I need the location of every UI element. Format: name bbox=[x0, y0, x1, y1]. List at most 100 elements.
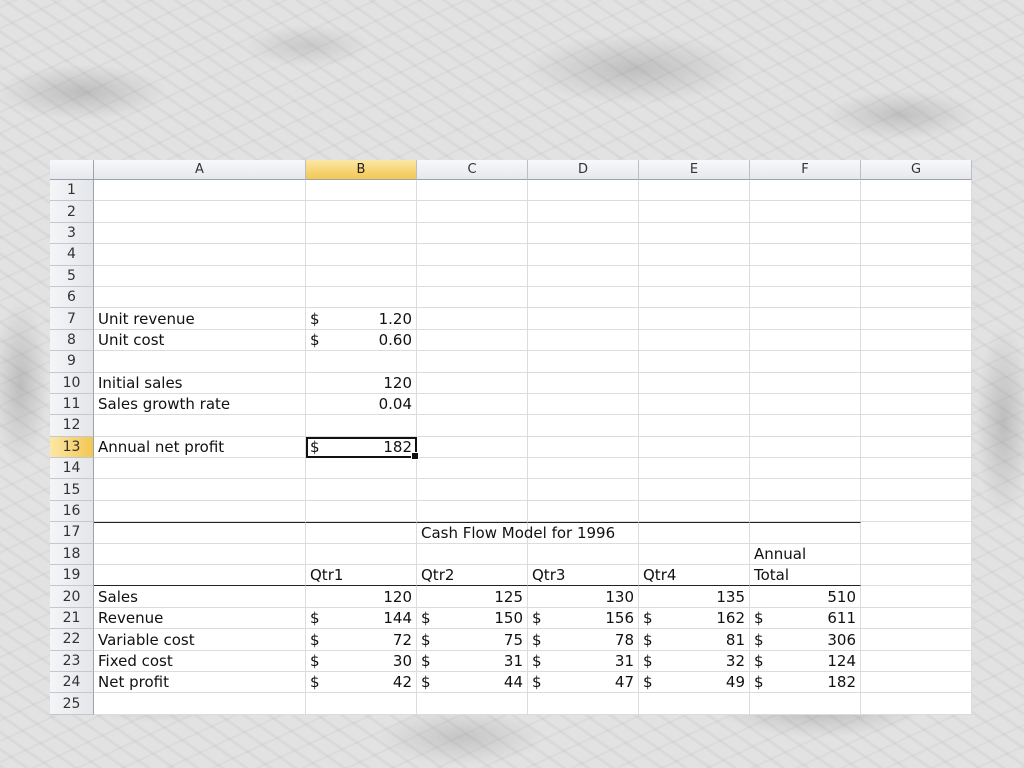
cell-g21[interactable] bbox=[861, 607, 972, 630]
cell-g9[interactable] bbox=[861, 351, 972, 373]
row-header-6[interactable]: 6 bbox=[50, 286, 94, 309]
cell-f3[interactable] bbox=[750, 222, 861, 245]
cell-g20[interactable] bbox=[861, 586, 972, 608]
cell-e1[interactable] bbox=[639, 180, 750, 202]
row-header-7[interactable]: 7 bbox=[50, 308, 94, 330]
cell-d5[interactable] bbox=[528, 265, 639, 287]
header-total[interactable]: Total bbox=[750, 565, 861, 587]
row-label-variable-cost[interactable]: Variable cost bbox=[94, 629, 306, 651]
cell-a5[interactable] bbox=[94, 265, 306, 287]
column-header-f[interactable]: F bbox=[750, 160, 861, 180]
cell-g4[interactable] bbox=[861, 244, 972, 266]
cell-a15[interactable] bbox=[94, 479, 306, 501]
cell-f15[interactable] bbox=[750, 479, 861, 501]
cell-c8[interactable] bbox=[417, 329, 528, 352]
row-header-8[interactable]: 8 bbox=[50, 329, 94, 352]
value-revenue-qtr4[interactable]: $162 bbox=[639, 607, 750, 630]
cell-f13[interactable] bbox=[750, 436, 861, 459]
input-unit-revenue[interactable]: $1.20 bbox=[306, 308, 417, 330]
cell-f5[interactable] bbox=[750, 265, 861, 287]
label-unit-cost[interactable]: Unit cost bbox=[94, 329, 306, 352]
cell-a25[interactable] bbox=[94, 693, 306, 715]
row-header-3[interactable]: 3 bbox=[50, 222, 94, 245]
cell-c16[interactable] bbox=[417, 500, 528, 523]
value-sales-total[interactable]: 510 bbox=[750, 586, 861, 608]
cell-e7[interactable] bbox=[639, 308, 750, 330]
cell-b25[interactable] bbox=[306, 693, 417, 715]
cell-a4[interactable] bbox=[94, 244, 306, 266]
row-header-24[interactable]: 24 bbox=[50, 671, 94, 694]
cell-d18[interactable] bbox=[528, 543, 639, 566]
cell-e10[interactable] bbox=[639, 372, 750, 394]
cell-b9[interactable] bbox=[306, 351, 417, 373]
value-sales-qtr1[interactable]: 120 bbox=[306, 586, 417, 608]
cell-f17[interactable] bbox=[750, 522, 861, 544]
cell-d11[interactable] bbox=[528, 393, 639, 416]
cell-d10[interactable] bbox=[528, 372, 639, 394]
cell-f4[interactable] bbox=[750, 244, 861, 266]
cell-a12[interactable] bbox=[94, 415, 306, 437]
cell-g1[interactable] bbox=[861, 180, 972, 202]
cell-e3[interactable] bbox=[639, 222, 750, 245]
cell-c15[interactable] bbox=[417, 479, 528, 501]
row-header-10[interactable]: 10 bbox=[50, 372, 94, 394]
label-annual-net-profit[interactable]: Annual net profit bbox=[94, 436, 306, 459]
row-header-1[interactable]: 1 bbox=[50, 180, 94, 202]
cell-a1[interactable] bbox=[94, 180, 306, 202]
cell-a17[interactable] bbox=[94, 522, 306, 544]
cell-c6[interactable] bbox=[417, 286, 528, 309]
cell-f11[interactable] bbox=[750, 393, 861, 416]
cell-d9[interactable] bbox=[528, 351, 639, 373]
cell-c3[interactable] bbox=[417, 222, 528, 245]
cell-e2[interactable] bbox=[639, 201, 750, 223]
value-net-profit-qtr1[interactable]: $42 bbox=[306, 671, 417, 694]
row-header-17[interactable]: 17 bbox=[50, 522, 94, 544]
column-header-b[interactable]: B bbox=[306, 160, 417, 180]
row-label-fixed-cost[interactable]: Fixed cost bbox=[94, 650, 306, 672]
cell-c14[interactable] bbox=[417, 458, 528, 480]
cell-d25[interactable] bbox=[528, 693, 639, 715]
cell-a9[interactable] bbox=[94, 351, 306, 373]
cell-c10[interactable] bbox=[417, 372, 528, 394]
label-unit-revenue[interactable]: Unit revenue bbox=[94, 308, 306, 330]
cell-c12[interactable] bbox=[417, 415, 528, 437]
column-header-c[interactable]: C bbox=[417, 160, 528, 180]
cell-f6[interactable] bbox=[750, 286, 861, 309]
cell-d7[interactable] bbox=[528, 308, 639, 330]
cell-e12[interactable] bbox=[639, 415, 750, 437]
cell-e16[interactable] bbox=[639, 500, 750, 523]
cell-a2[interactable] bbox=[94, 201, 306, 223]
row-header-20[interactable]: 20 bbox=[50, 586, 94, 608]
cell-a3[interactable] bbox=[94, 222, 306, 245]
cell-f7[interactable] bbox=[750, 308, 861, 330]
cell-e11[interactable] bbox=[639, 393, 750, 416]
cell-g3[interactable] bbox=[861, 222, 972, 245]
cell-c11[interactable] bbox=[417, 393, 528, 416]
cell-b6[interactable] bbox=[306, 286, 417, 309]
row-header-15[interactable]: 15 bbox=[50, 479, 94, 501]
row-header-2[interactable]: 2 bbox=[50, 201, 94, 223]
cell-f8[interactable] bbox=[750, 329, 861, 352]
row-header-18[interactable]: 18 bbox=[50, 543, 94, 566]
cell-g10[interactable] bbox=[861, 372, 972, 394]
input-unit-cost[interactable]: $0.60 bbox=[306, 329, 417, 352]
value-sales-qtr4[interactable]: 135 bbox=[639, 586, 750, 608]
value-variable-cost-qtr2[interactable]: $75 bbox=[417, 629, 528, 651]
cell-g23[interactable] bbox=[861, 650, 972, 672]
cell-e17[interactable] bbox=[639, 522, 750, 544]
value-net-profit-total[interactable]: $182 bbox=[750, 671, 861, 694]
header-qtr2[interactable]: Qtr2 bbox=[417, 565, 528, 587]
cell-g18[interactable] bbox=[861, 543, 972, 566]
spreadsheet-grid[interactable]: A B C D E F G 1 2 3 4 5 6 7 8 9 10 11 12 13 14 15 16 17 18 19 20 21… bbox=[50, 160, 972, 715]
cell-g25[interactable] bbox=[861, 693, 972, 715]
row-header-19[interactable]: 19 bbox=[50, 565, 94, 587]
row-label-net-profit[interactable]: Net profit bbox=[94, 671, 306, 694]
value-sales-qtr3[interactable]: 130 bbox=[528, 586, 639, 608]
cell-d6[interactable] bbox=[528, 286, 639, 309]
label-sales-growth-rate[interactable]: Sales growth rate bbox=[94, 393, 306, 416]
row-label-revenue[interactable]: Revenue bbox=[94, 607, 306, 630]
value-revenue-qtr1[interactable]: $144 bbox=[306, 607, 417, 630]
cell-e14[interactable] bbox=[639, 458, 750, 480]
input-initial-sales[interactable]: 120 bbox=[306, 372, 417, 394]
row-header-22[interactable]: 22 bbox=[50, 629, 94, 651]
